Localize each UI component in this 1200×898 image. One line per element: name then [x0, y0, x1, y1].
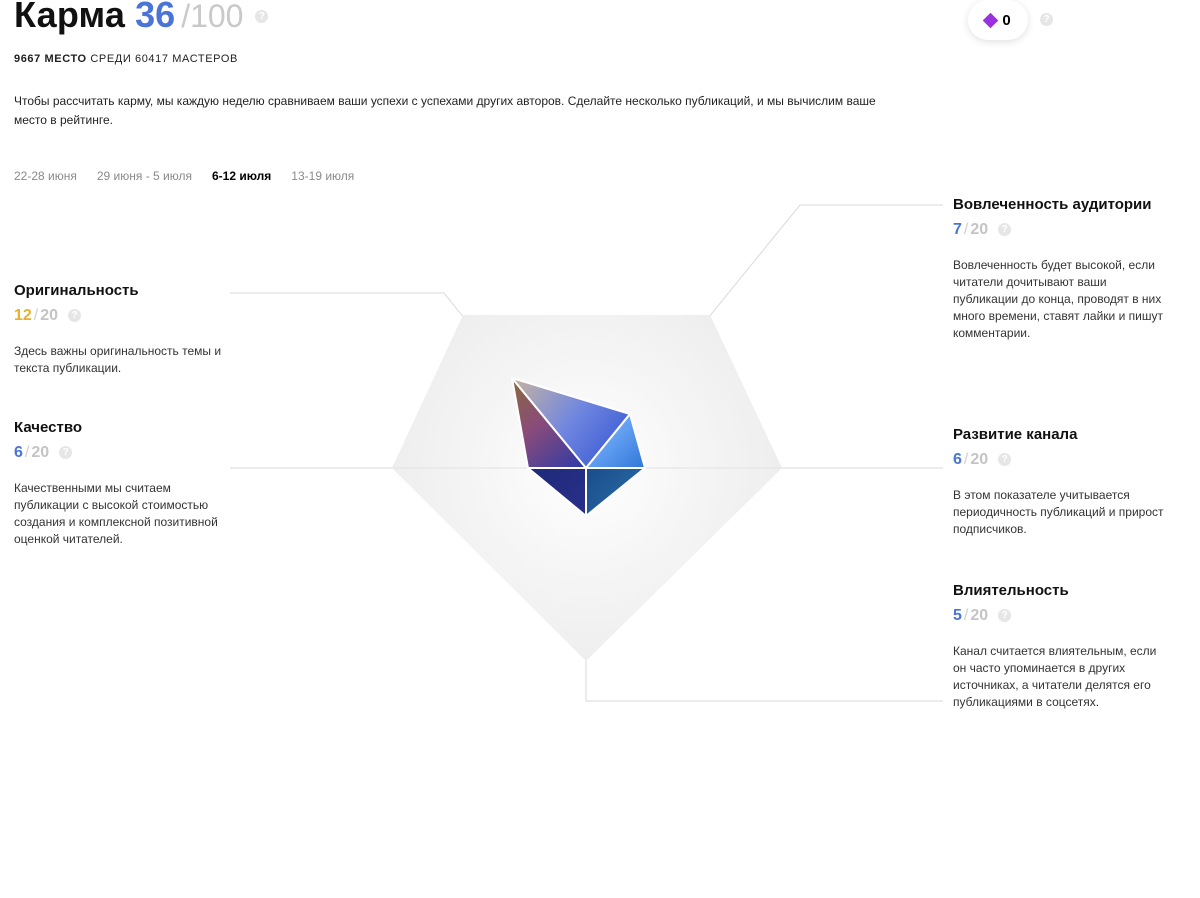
rank-place: 9667 МЕСТО	[14, 53, 87, 65]
metric-score: 7/20?	[953, 221, 1168, 239]
metric-value: 6	[14, 444, 23, 461]
metric-max: 20	[970, 607, 989, 624]
metric-separator: /	[963, 221, 969, 238]
metric-value: 5	[953, 607, 962, 624]
metric-separator: /	[33, 307, 39, 324]
rank-total: СРЕДИ 60417 МАСТЕРОВ	[90, 53, 238, 65]
metric-description: Канал считается влиятельным, если он час…	[953, 644, 1157, 709]
karma-max: /100	[181, 0, 244, 34]
metric-value: 7	[953, 221, 962, 238]
growth-help-icon[interactable]: ?	[998, 453, 1012, 466]
metric-description: Качественными мы считаем публикации с вы…	[14, 481, 218, 546]
metric-score: 5/20?	[953, 607, 1168, 625]
metric-name: Качество	[14, 419, 83, 436]
engagement-help-icon[interactable]: ?	[998, 223, 1012, 236]
karma-score: 36	[135, 0, 176, 35]
metric-description: Здесь важны оригинальность темы и текста…	[14, 344, 222, 375]
karma-description: Чтобы рассчитать карму, мы каждую неделю…	[14, 94, 876, 127]
metric-description: В этом показателе учитывается периодично…	[953, 488, 1164, 536]
metric-quality: Качество 6/20? Качественными мы считаем …	[14, 419, 229, 548]
badge-help-icon[interactable]: ?	[1040, 13, 1053, 26]
metric-separator: /	[24, 444, 30, 461]
crystal-badge[interactable]: 0	[968, 0, 1028, 40]
metric-score: 12/20?	[14, 307, 224, 325]
metric-name: Развитие канала	[953, 426, 1078, 443]
metric-max: 20	[31, 444, 50, 461]
karma-help-icon[interactable]: ?	[255, 10, 269, 23]
metric-name: Вовлеченность аудитории	[953, 196, 1152, 213]
metric-separator: /	[963, 607, 969, 624]
metric-originality: Оригинальность 12/20? Здесь важны оригин…	[14, 282, 224, 377]
diamond-icon	[983, 12, 999, 28]
metric-growth: Развитие канала 6/20? В этом показателе …	[953, 426, 1168, 538]
metric-value: 6	[953, 451, 962, 468]
karma-header: Карма 36/100?	[14, 0, 269, 36]
metric-score: 6/20?	[953, 451, 1168, 469]
originality-help-icon[interactable]: ?	[68, 309, 82, 322]
week-tab-2[interactable]: 29 июня - 5 июля	[97, 169, 192, 183]
metric-max: 20	[970, 221, 989, 238]
badge-count: 0	[1002, 11, 1011, 29]
quality-help-icon[interactable]: ?	[59, 446, 73, 459]
metric-name: Оригинальность	[14, 282, 139, 299]
week-tab-1[interactable]: 22-28 июня	[14, 169, 77, 183]
week-tab-4[interactable]: 13-19 июля	[291, 169, 354, 183]
metric-engagement: Вовлеченность аудитории 7/20? Вовлеченно…	[953, 196, 1168, 342]
metric-score: 6/20?	[14, 444, 229, 462]
page-title: Карма	[14, 0, 126, 35]
rank-line: 9667 МЕСТО СРЕДИ 60417 МАСТЕРОВ	[14, 53, 238, 65]
metric-name: Влиятельность	[953, 582, 1069, 599]
metric-influence: Влиятельность 5/20? Канал считается влия…	[953, 582, 1168, 711]
metric-description: Вовлеченность будет высокой, если читате…	[953, 258, 1163, 340]
metric-value: 12	[14, 307, 32, 324]
influence-help-icon[interactable]: ?	[998, 609, 1012, 622]
metric-max: 20	[970, 451, 989, 468]
metric-max: 20	[40, 307, 59, 324]
week-selector: 22-28 июня 29 июня - 5 июля 6-12 июля 13…	[14, 169, 354, 183]
metric-separator: /	[963, 451, 969, 468]
week-tab-3[interactable]: 6-12 июля	[212, 169, 271, 183]
